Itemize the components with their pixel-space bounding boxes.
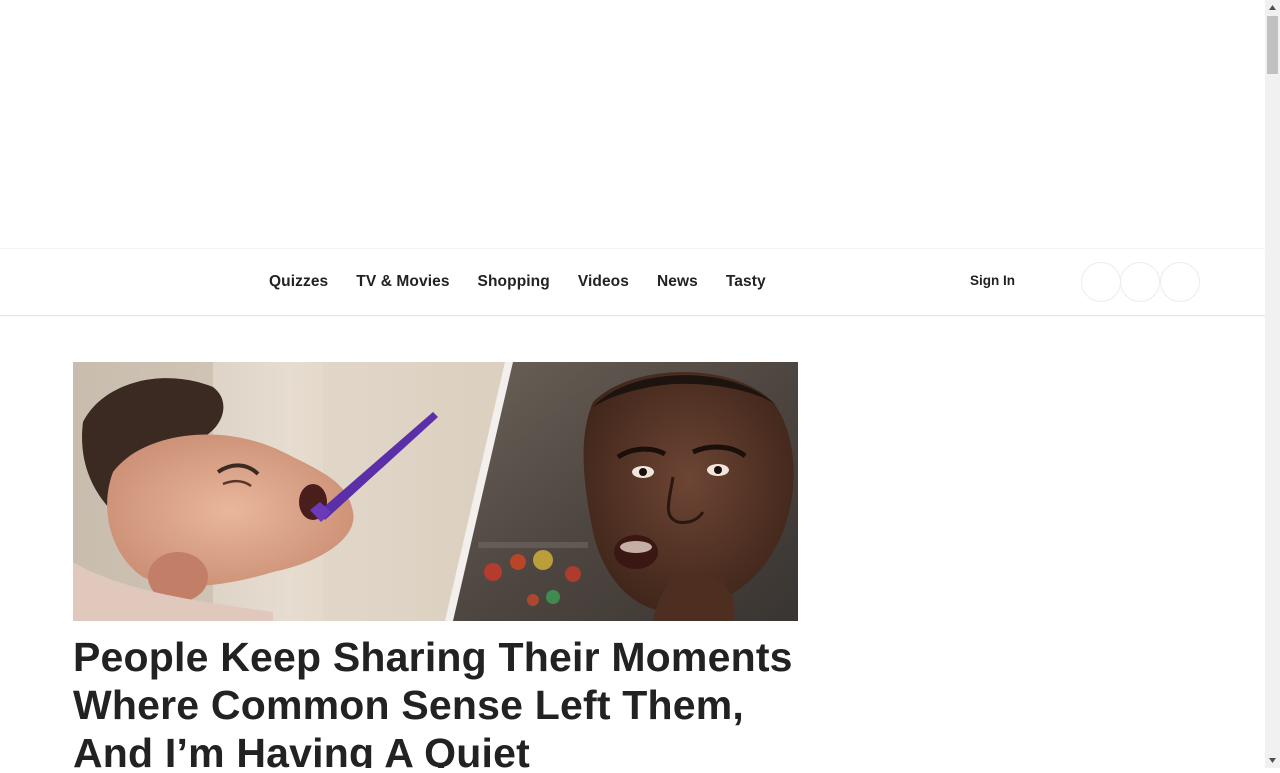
- nav-item-tasty[interactable]: Tasty: [726, 273, 766, 291]
- nav-item-shopping[interactable]: Shopping: [478, 273, 550, 291]
- nav-item-videos[interactable]: Videos: [578, 273, 629, 291]
- nav-item-tv-movies[interactable]: TV & Movies: [356, 273, 449, 291]
- nav-item-news[interactable]: News: [657, 273, 698, 291]
- sign-in-link[interactable]: Sign In: [970, 273, 1015, 288]
- ad-placeholder: [0, 0, 1265, 248]
- nav-item-quizzes[interactable]: Quizzes: [269, 273, 328, 291]
- scroll-up-arrow-icon[interactable]: [1265, 0, 1280, 15]
- nav-links: Quizzes TV & Movies Shopping Videos News…: [269, 249, 766, 315]
- user-action-button-2[interactable]: [1120, 262, 1160, 302]
- vertical-scrollbar[interactable]: [1265, 0, 1280, 768]
- hero-image[interactable]: [73, 362, 798, 621]
- user-action-button-3[interactable]: [1160, 262, 1200, 302]
- user-action-button-1[interactable]: [1081, 262, 1121, 302]
- main-navbar: Quizzes TV & Movies Shopping Videos News…: [0, 248, 1265, 316]
- article-headline[interactable]: People Keep Sharing Their Moments Where …: [73, 633, 813, 768]
- scroll-down-arrow-icon[interactable]: [1265, 753, 1280, 768]
- page: Quizzes TV & Movies Shopping Videos News…: [0, 0, 1265, 768]
- two-person-reaction-image-icon: [73, 362, 798, 621]
- scrollbar-thumb[interactable]: [1267, 16, 1278, 74]
